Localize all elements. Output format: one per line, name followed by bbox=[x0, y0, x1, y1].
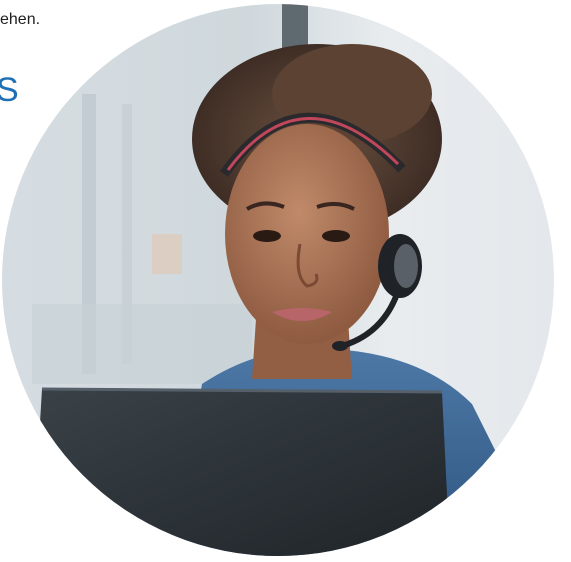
hero-photo bbox=[2, 4, 554, 556]
heading-fragment: S bbox=[0, 71, 19, 109]
laptop bbox=[32, 389, 450, 556]
text-fragment: ehen. bbox=[0, 11, 41, 28]
page: ehen. S bbox=[0, 0, 571, 562]
